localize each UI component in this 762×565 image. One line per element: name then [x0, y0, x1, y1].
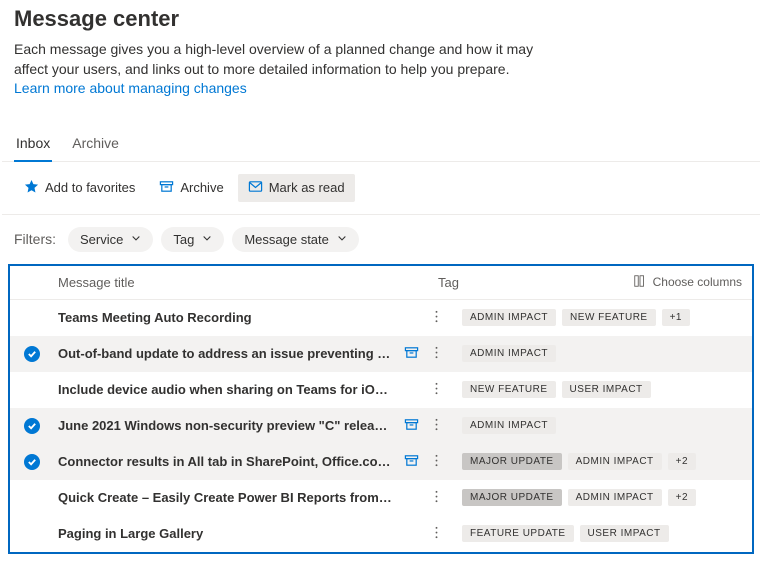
add-to-favorites-button[interactable]: Add to favorites — [14, 174, 145, 202]
envelope-icon — [248, 179, 263, 197]
chevron-down-icon — [202, 232, 212, 247]
filter-label: Tag — [173, 232, 194, 247]
toolbar-label: Mark as read — [269, 180, 345, 195]
table-row[interactable]: Teams Meeting Auto Recording ADMIN IMPACT… — [10, 300, 752, 336]
mark-as-read-button[interactable]: Mark as read — [238, 174, 355, 202]
chevron-down-icon — [337, 232, 347, 247]
tag-badge: NEW FEATURE — [462, 381, 556, 398]
filters-label: Filters: — [14, 231, 56, 247]
check-icon — [24, 418, 40, 434]
message-title[interactable]: Teams Meeting Auto Recording — [58, 310, 398, 325]
message-title[interactable]: Connector results in All tab in SharePoi… — [58, 454, 398, 469]
filter-label: Service — [80, 232, 123, 247]
check-icon — [24, 346, 40, 362]
archive-icon[interactable] — [404, 453, 419, 471]
table-row[interactable]: Out-of-band update to address an issue p… — [10, 336, 752, 372]
row-tags: NEW FEATURE USER IMPACT — [448, 381, 742, 398]
archive-icon — [159, 179, 174, 197]
table-row[interactable]: Connector results in All tab in SharePoi… — [10, 444, 752, 480]
tag-badge: USER IMPACT — [562, 381, 651, 398]
row-tags: ADMIN IMPACT — [448, 345, 742, 362]
intro-text: Each message gives you a high-level over… — [14, 41, 533, 77]
message-title[interactable]: June 2021 Windows non-security preview "… — [58, 418, 398, 433]
tab-archive[interactable]: Archive — [70, 129, 121, 161]
tab-inbox[interactable]: Inbox — [14, 129, 52, 161]
tabs: Inbox Archive — [2, 129, 760, 162]
more-icon[interactable] — [425, 345, 448, 363]
row-tags: FEATURE UPDATE USER IMPACT — [448, 525, 742, 542]
row-actions — [398, 525, 448, 543]
tag-badge: MAJOR UPDATE — [462, 453, 562, 470]
toolbar-label: Archive — [180, 180, 223, 195]
tag-badge: NEW FEATURE — [562, 309, 656, 326]
row-actions — [398, 453, 448, 471]
chevron-down-icon — [131, 232, 141, 247]
filter-service[interactable]: Service — [68, 227, 153, 252]
row-select[interactable] — [20, 346, 58, 362]
tag-badge: ADMIN IMPACT — [462, 309, 556, 326]
row-actions — [398, 417, 448, 435]
list-header: Message title Tag Choose columns — [10, 266, 752, 300]
check-icon — [24, 454, 40, 470]
table-row[interactable]: Include device audio when sharing on Tea… — [10, 372, 752, 408]
row-actions — [398, 489, 448, 507]
filter-tag[interactable]: Tag — [161, 227, 224, 252]
tag-badge: MAJOR UPDATE — [462, 489, 562, 506]
filters: Filters: Service Tag Message state — [2, 215, 760, 264]
choose-columns-label: Choose columns — [653, 275, 742, 289]
table-row[interactable]: Quick Create – Easily Create Power BI Re… — [10, 480, 752, 516]
archive-button[interactable]: Archive — [149, 174, 233, 202]
tag-badge: ADMIN IMPACT — [568, 453, 662, 470]
row-select[interactable] — [20, 454, 58, 470]
row-actions — [398, 381, 448, 399]
message-title[interactable]: Include device audio when sharing on Tea… — [58, 382, 398, 397]
table-row[interactable]: Paging in Large Gallery FEATURE UPDATE USE… — [10, 516, 752, 552]
toolbar: Add to favorites Archive Mark as read — [2, 162, 760, 215]
more-icon[interactable] — [425, 525, 448, 543]
more-icon[interactable] — [425, 489, 448, 507]
message-list: Message title Tag Choose columns Teams M… — [8, 264, 754, 554]
tag-badge: FEATURE UPDATE — [462, 525, 574, 542]
tag-badge: USER IMPACT — [580, 525, 669, 542]
row-tags: MAJOR UPDATE ADMIN IMPACT +2 — [448, 453, 742, 470]
tag-badge: +1 — [662, 309, 690, 326]
row-actions — [398, 309, 448, 327]
tag-badge: +2 — [668, 453, 696, 470]
filter-message-state[interactable]: Message state — [232, 227, 359, 252]
archive-icon[interactable] — [404, 345, 419, 363]
choose-columns-button[interactable]: Choose columns — [633, 274, 742, 291]
toolbar-label: Add to favorites — [45, 180, 135, 195]
column-tag[interactable]: Tag — [438, 275, 633, 290]
row-tags: ADMIN IMPACT NEW FEATURE +1 — [448, 309, 742, 326]
tag-badge: ADMIN IMPACT — [462, 417, 556, 434]
table-row[interactable]: June 2021 Windows non-security preview "… — [10, 408, 752, 444]
row-tags: MAJOR UPDATE ADMIN IMPACT +2 — [448, 489, 742, 506]
row-select[interactable] — [20, 418, 58, 434]
columns-icon — [633, 274, 647, 291]
tag-badge: ADMIN IMPACT — [568, 489, 662, 506]
column-title[interactable]: Message title — [58, 275, 438, 290]
more-icon[interactable] — [425, 417, 448, 435]
more-icon[interactable] — [425, 453, 448, 471]
star-icon — [24, 179, 39, 197]
message-title[interactable]: Out-of-band update to address an issue p… — [58, 346, 398, 361]
message-title[interactable]: Quick Create – Easily Create Power BI Re… — [58, 490, 398, 505]
more-icon[interactable] — [425, 309, 448, 327]
filter-label: Message state — [244, 232, 329, 247]
row-actions — [398, 345, 448, 363]
learn-more-link[interactable]: Learn more about managing changes — [14, 80, 247, 96]
tag-badge: +2 — [668, 489, 696, 506]
tag-badge: ADMIN IMPACT — [462, 345, 556, 362]
page-title: Message center — [14, 6, 760, 32]
page-intro: Each message gives you a high-level over… — [14, 40, 534, 99]
archive-icon[interactable] — [404, 417, 419, 435]
message-title[interactable]: Paging in Large Gallery — [58, 526, 398, 541]
row-tags: ADMIN IMPACT — [448, 417, 742, 434]
more-icon[interactable] — [425, 381, 448, 399]
